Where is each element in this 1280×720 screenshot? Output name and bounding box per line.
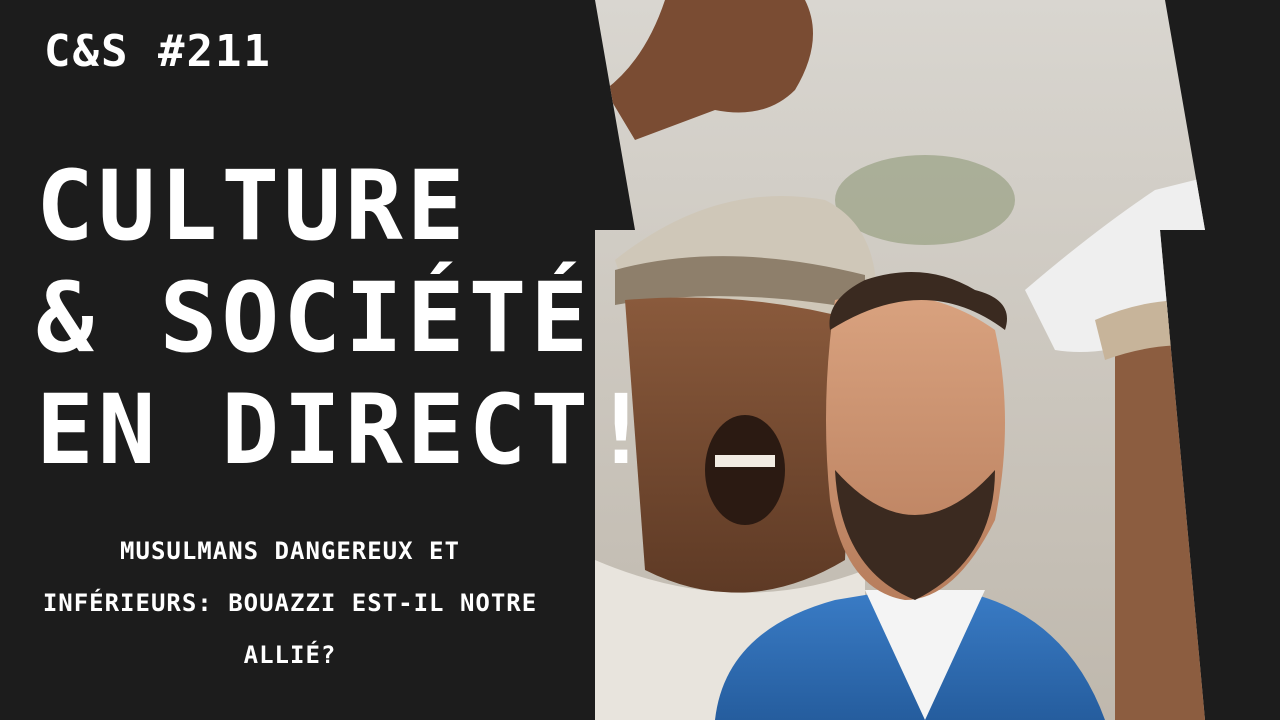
headline: CULTURE & SOCIÉTÉ EN DIRECT! [36,150,654,486]
blurred-trees [835,155,1015,245]
episode-tag: C&S #211 [44,26,272,77]
subtitle-line-1: MUSULMANS DANGEREUX ET [120,537,460,565]
photo-illustration [595,0,1205,720]
subtitle-line-2: INFÉRIEURS: BOUAZZI EST-IL NOTRE [42,589,538,617]
headline-line-3: EN DIRECT! [36,374,654,486]
background-man [1095,300,1205,720]
subtitle: MUSULMANS DANGEREUX ET INFÉRIEURS: BOUAZ… [10,525,570,681]
headline-line-1: CULTURE [36,150,469,262]
subtitle-line-3: ALLIÉ? [243,641,337,669]
photo-collage [595,0,1280,720]
headline-line-2: & SOCIÉTÉ [36,262,593,374]
thumbnail: C&S #211 CULTURE & SOCIÉTÉ EN DIRECT! MU… [0,0,1280,720]
